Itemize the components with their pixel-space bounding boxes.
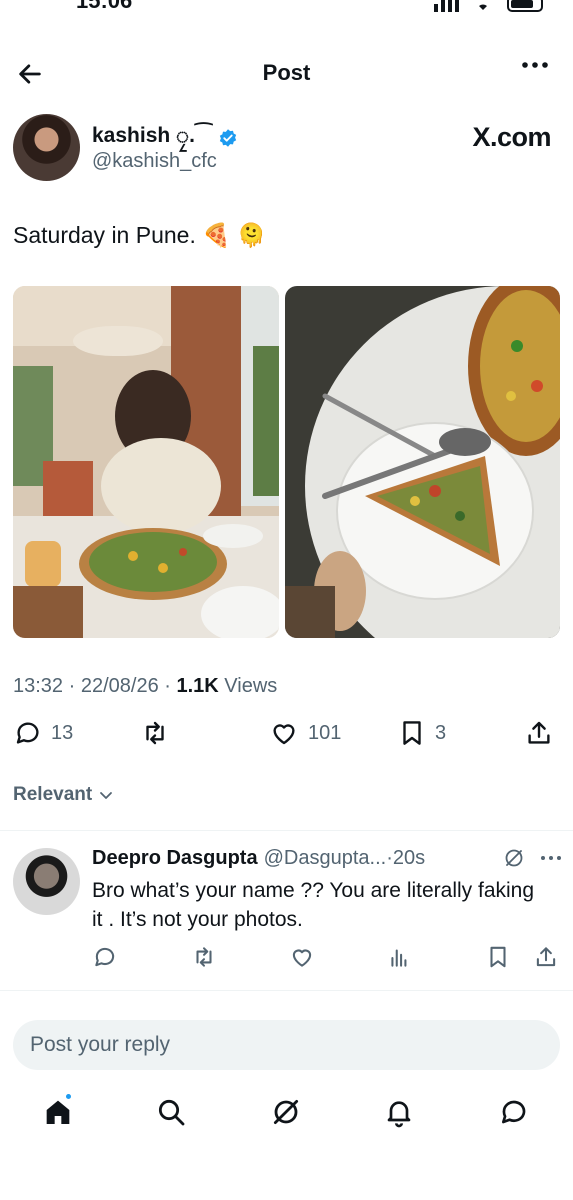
reply-time: 20s bbox=[392, 846, 426, 869]
brand-watermark: X.com bbox=[472, 122, 551, 152]
bookmark-icon bbox=[403, 721, 421, 745]
bottom-nav bbox=[0, 1092, 573, 1138]
wifi-icon bbox=[479, 4, 487, 10]
reply-actions bbox=[0, 944, 573, 972]
tweet-time: 13:32 bbox=[13, 675, 64, 697]
page-title: Post bbox=[262, 60, 311, 85]
verified-badge-icon bbox=[220, 128, 237, 147]
chevron-down-icon bbox=[100, 792, 113, 799]
repost-icon[interactable] bbox=[190, 944, 218, 970]
cafe-photo bbox=[13, 286, 279, 638]
author-avatar[interactable] bbox=[13, 114, 80, 181]
tweet-date: 22/08/26 bbox=[80, 675, 159, 697]
sort-dropdown[interactable]: Relevant bbox=[13, 784, 114, 806]
reply-more-icon[interactable] bbox=[540, 854, 562, 862]
grok-icon bbox=[273, 1099, 299, 1125]
status-icons bbox=[434, 0, 543, 12]
more-icon bbox=[522, 62, 548, 68]
nav-search[interactable] bbox=[153, 1094, 189, 1130]
notification-dot bbox=[64, 1092, 73, 1101]
reply-text: Bro what’s your name ?? You are literall… bbox=[92, 879, 535, 931]
reply-author-handle[interactable]: @Dasgupta... bbox=[264, 847, 387, 870]
divider bbox=[0, 830, 573, 831]
tweet-meta: 13:32 · 22/08/26 · 1.1K Views bbox=[13, 675, 278, 697]
divider bbox=[0, 990, 573, 991]
repost-icon bbox=[146, 721, 164, 745]
like-icon[interactable] bbox=[288, 944, 316, 970]
sort-label: Relevant bbox=[13, 784, 93, 805]
top-bar: Post bbox=[0, 50, 573, 96]
bookmark-icon[interactable] bbox=[485, 944, 511, 970]
signal-icon bbox=[434, 0, 459, 12]
repost-button[interactable] bbox=[139, 718, 171, 748]
reply-count: 13 bbox=[51, 721, 74, 744]
reply-icon[interactable] bbox=[92, 944, 118, 970]
pizza-photo bbox=[285, 286, 560, 638]
like-count: 101 bbox=[308, 721, 342, 744]
grok-icon[interactable] bbox=[502, 846, 526, 870]
bookmark-button[interactable]: 3 bbox=[397, 718, 446, 748]
battery-icon bbox=[507, 0, 543, 12]
reply-header: Deepro Dasgupta @Dasgupta... · 20s bbox=[92, 846, 562, 870]
reply-button[interactable]: 13 bbox=[13, 718, 73, 748]
reply-input[interactable]: Post your reply bbox=[13, 1020, 560, 1070]
status-bar: 15:06 bbox=[0, 0, 573, 14]
nav-messages[interactable] bbox=[496, 1094, 532, 1130]
share-icon bbox=[528, 721, 550, 744]
like-icon bbox=[273, 724, 295, 745]
search-icon bbox=[158, 1099, 185, 1126]
bookmark-count: 3 bbox=[435, 721, 447, 744]
views-icon[interactable] bbox=[387, 944, 413, 970]
share-icon[interactable] bbox=[533, 944, 559, 970]
messages-icon bbox=[502, 1100, 526, 1124]
nav-grok[interactable] bbox=[268, 1094, 304, 1130]
views-count: 1.1K bbox=[176, 675, 219, 697]
author-name: kashish ၠ.⁀ bbox=[92, 124, 213, 147]
tweet-text: Saturday in Pune. 🍕 🫠 bbox=[13, 222, 266, 248]
media-photo-left[interactable] bbox=[13, 286, 279, 638]
nav-notifications[interactable] bbox=[381, 1094, 417, 1130]
author-handle[interactable]: @kashish_cfc bbox=[92, 150, 217, 173]
share-button[interactable] bbox=[524, 718, 554, 748]
reply-input-placeholder: Post your reply bbox=[30, 1033, 171, 1056]
status-time: 15:06 bbox=[76, 0, 133, 13]
more-button[interactable] bbox=[521, 60, 549, 70]
nav-home[interactable] bbox=[40, 1092, 76, 1130]
tweet-actions: 13 101 3 bbox=[0, 718, 573, 754]
reply-avatar[interactable] bbox=[13, 848, 80, 915]
reply-author-name[interactable]: Deepro Dasgupta bbox=[92, 847, 258, 870]
views-label: Views bbox=[224, 675, 278, 697]
reply-icon bbox=[16, 722, 39, 744]
like-button[interactable]: 101 bbox=[268, 718, 341, 748]
media-photo-right[interactable] bbox=[285, 286, 560, 638]
author-name-row[interactable]: kashish ၠ.⁀ bbox=[92, 122, 238, 153]
bell-icon bbox=[387, 1101, 411, 1128]
